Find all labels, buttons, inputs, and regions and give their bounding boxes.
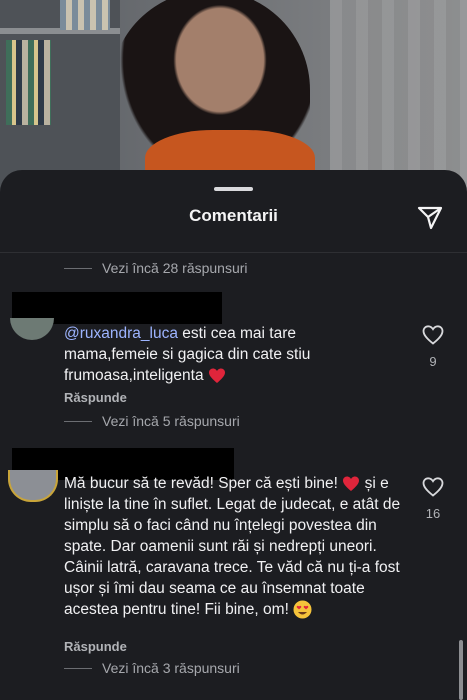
view-more-replies[interactable]: Vezi încă 28 răspunsuri: [64, 260, 248, 276]
comment-text: @ruxandra_luca esti cea mai tare mama,fe…: [64, 323, 394, 386]
view-more-replies-label: Vezi încă 5 răspunsuri: [102, 413, 240, 429]
comment-body: Mă bucur să te revăd! Sper că ești bine!: [64, 475, 338, 492]
sheet-title: Comentarii: [189, 206, 278, 225]
like-button[interactable]: 16: [413, 477, 453, 521]
replies-line: [64, 267, 92, 269]
background-wall: [330, 0, 467, 190]
reply-button[interactable]: Răspunde: [64, 639, 127, 654]
view-more-replies-label: Vezi încă 28 răspunsuri: [102, 260, 248, 276]
mention-link[interactable]: @ruxandra_luca: [64, 325, 178, 342]
red-heart-emoji: [208, 368, 225, 383]
avatar[interactable]: [8, 470, 58, 502]
comment-body-continued: și e liniște la tine în suflet. Legat de…: [64, 475, 401, 618]
books: [6, 40, 51, 125]
replies-line: [64, 667, 92, 669]
red-heart-emoji: [343, 476, 360, 491]
heart-eyes-emoji: [293, 600, 312, 619]
reply-button[interactable]: Răspunde: [64, 390, 127, 405]
comments-sheet: Comentarii Vezi încă 28 răspunsuri @ruxa…: [0, 170, 467, 700]
header-divider: [0, 252, 467, 253]
books-top: [60, 0, 110, 30]
view-more-replies-label: Vezi încă 3 răspunsuri: [102, 660, 240, 676]
like-button[interactable]: 9: [413, 325, 453, 369]
avatar[interactable]: [10, 318, 54, 340]
scrollbar[interactable]: [459, 640, 463, 700]
replies-line: [64, 420, 92, 422]
heart-outline-icon[interactable]: [422, 325, 444, 345]
like-count: 16: [425, 506, 441, 521]
comment-text: Mă bucur să te revăd! Sper că ești bine!…: [64, 473, 409, 620]
like-count: 9: [429, 354, 437, 369]
sheet-grabber[interactable]: [214, 187, 253, 191]
heart-outline-icon[interactable]: [422, 477, 444, 497]
view-more-replies[interactable]: Vezi încă 5 răspunsuri: [64, 413, 240, 429]
send-icon[interactable]: [416, 203, 444, 231]
view-more-replies[interactable]: Vezi încă 3 răspunsuri: [64, 660, 240, 676]
